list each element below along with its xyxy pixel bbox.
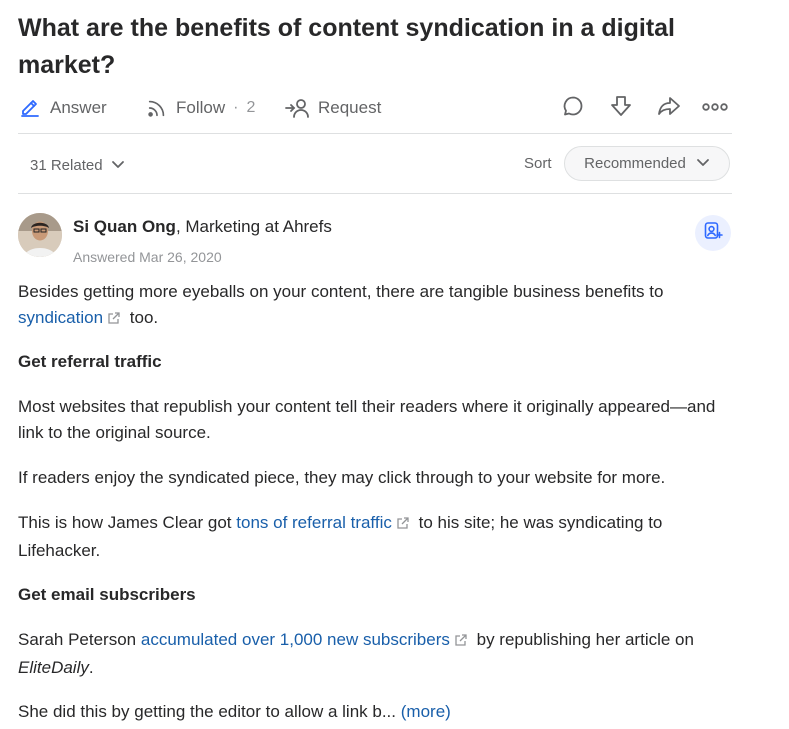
chevron-down-icon — [696, 155, 710, 172]
author-name[interactable]: Si Quan Ong — [73, 217, 176, 236]
paragraph-text: Besides getting more eyeballs on your co… — [18, 282, 664, 301]
paragraph-text: by republishing her article on — [476, 630, 694, 649]
sort-label: Sort — [524, 155, 552, 172]
request-button[interactable]: Request — [284, 92, 381, 124]
answered-date[interactable]: Answered Mar 26, 2020 — [73, 249, 222, 265]
follow-count: 2 — [246, 99, 256, 116]
question-action-bar: Answer Follow · 2 Request — [18, 92, 732, 124]
external-link-icon — [454, 629, 468, 655]
link-text: accumulated over 1,000 new subscribers — [140, 630, 450, 649]
more-options-button[interactable] — [698, 92, 732, 124]
italic-text: EliteDaily — [18, 658, 89, 677]
answer-paragraph-6: She did this by getting the editor to al… — [18, 699, 738, 725]
link-text: tons of referral traffic — [236, 513, 392, 532]
request-label: Request — [318, 98, 382, 117]
divider-top — [18, 133, 732, 134]
answer-label: Answer — [50, 98, 107, 117]
follow-user-icon — [703, 221, 723, 246]
sort-dropdown[interactable]: Recommended — [564, 146, 730, 181]
paragraph-text: . — [88, 658, 94, 677]
answer-paragraph-2: Most websites that republish your conten… — [18, 397, 716, 442]
syndication-link[interactable]: syndication — [18, 308, 125, 327]
heading-email-subscribers: Get email subscribers — [18, 585, 196, 604]
divider-bottom — [18, 193, 732, 194]
question-title[interactable]: What are the benefits of content syndica… — [18, 10, 738, 84]
answer-paragraph-3: If readers enjoy the syndicated piece, t… — [18, 468, 666, 487]
follow-separator: · — [233, 99, 239, 116]
paragraph-text: She did this by getting the editor to al… — [18, 702, 397, 721]
question-page: What are the benefits of content syndica… — [0, 0, 789, 729]
paragraph-text: This is how James Clear got — [18, 513, 232, 532]
pencil-icon — [18, 96, 42, 120]
related-label: 31 Related — [30, 156, 103, 174]
heading-referral-traffic: Get referral traffic — [18, 352, 162, 371]
more-icon — [702, 99, 728, 117]
follow-author-button[interactable] — [695, 215, 731, 251]
share-icon — [656, 94, 682, 123]
answer-paragraph-5: Sarah Peterson accumulated over 1,000 ne… — [18, 627, 738, 681]
external-link-icon — [107, 307, 121, 333]
external-link-icon — [396, 512, 410, 538]
author-line: Si Quan Ong, Marketing at Ahrefs — [73, 217, 332, 237]
answer-paragraph-4: This is how James Clear got tons of refe… — [18, 510, 738, 564]
subscribers-link[interactable]: accumulated over 1,000 new subscribers — [141, 630, 472, 649]
author-credential[interactable]: , Marketing at Ahrefs — [176, 217, 332, 236]
downvote-icon — [609, 94, 633, 123]
referral-traffic-link[interactable]: tons of referral traffic — [236, 513, 414, 532]
more-link[interactable]: (more) — [401, 702, 451, 721]
answer-paragraph-1: Besides getting more eyeballs on your co… — [18, 279, 738, 333]
chevron-down-icon — [111, 157, 125, 174]
downvote-button[interactable] — [604, 92, 638, 124]
link-text: syndication — [18, 308, 104, 327]
follow-button[interactable]: Follow · 2 — [146, 92, 255, 124]
answer-button[interactable]: Answer — [18, 92, 107, 124]
follow-label: Follow — [176, 98, 226, 117]
follow-icon — [146, 97, 168, 119]
share-button[interactable] — [652, 92, 686, 124]
comment-icon — [561, 94, 585, 123]
author-avatar[interactable] — [18, 213, 62, 257]
sort-value: Recommended — [584, 155, 686, 172]
comment-button[interactable] — [556, 92, 590, 124]
related-dropdown[interactable]: 31 Related — [30, 154, 125, 176]
paragraph-text: Sarah Peterson — [18, 630, 137, 649]
paragraph-text: too. — [129, 308, 159, 327]
request-icon — [284, 97, 310, 119]
